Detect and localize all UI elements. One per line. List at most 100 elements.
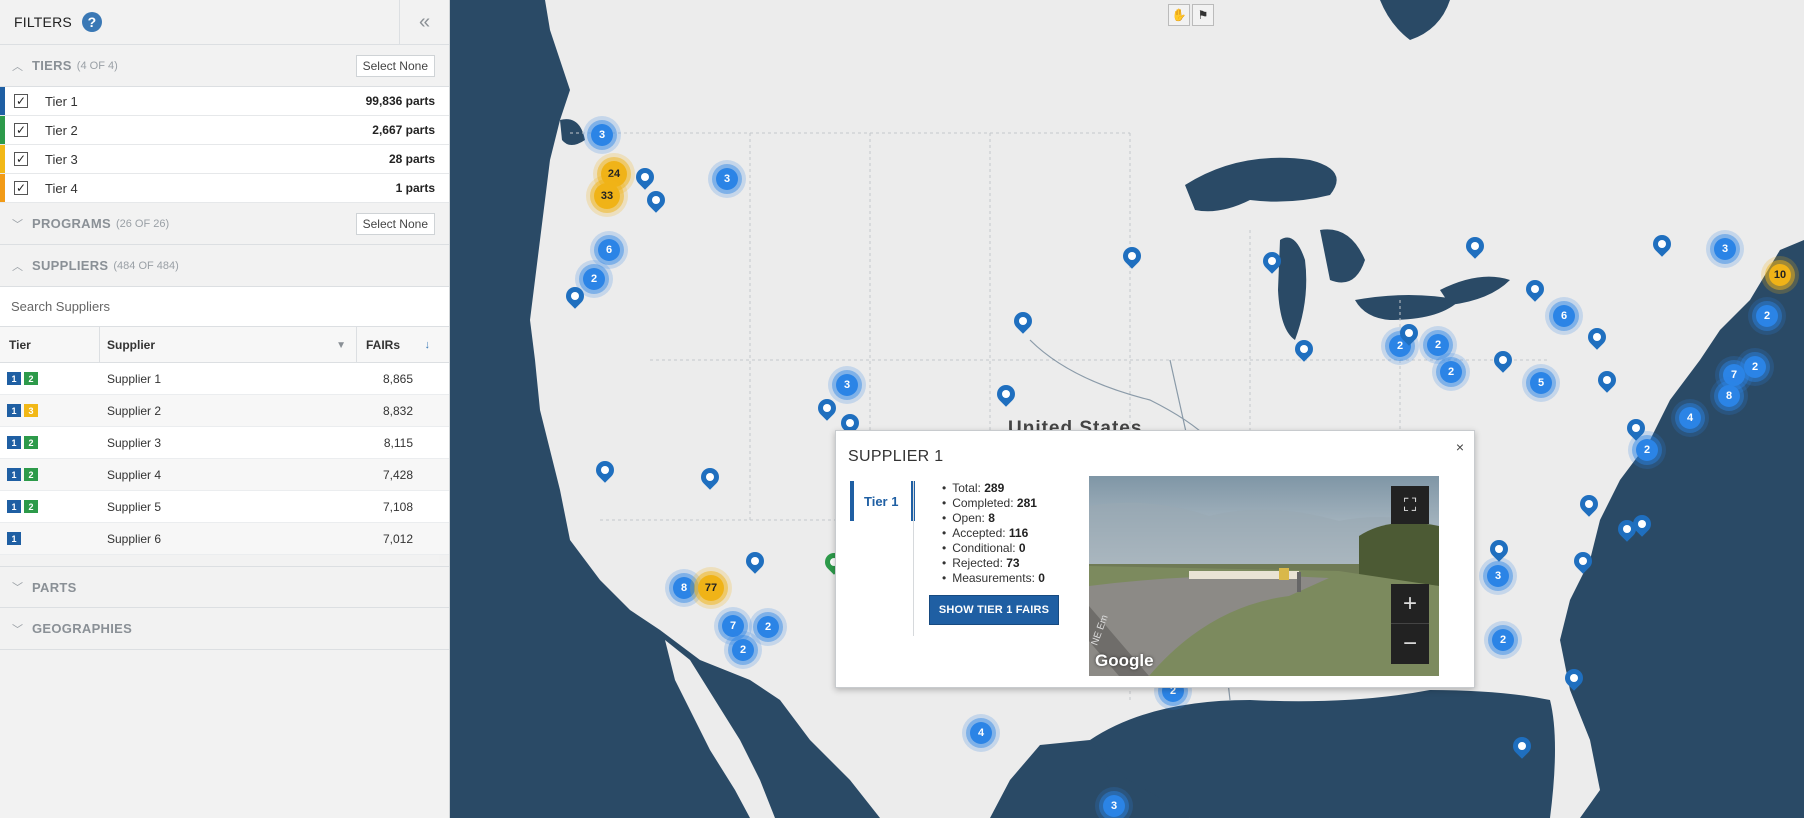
supplier-row[interactable]: 1 2 Supplier 3 8,115: [0, 427, 449, 459]
tier-checkbox[interactable]: ✓: [14, 123, 28, 137]
supplier-fairs-count: 8,832: [382, 403, 413, 418]
map-cluster[interactable]: 3: [1487, 565, 1509, 587]
tier-row[interactable]: ✓ Tier 1 99,836 parts: [0, 87, 449, 116]
map-cluster[interactable]: 7: [1723, 364, 1745, 386]
stat-value: 116: [1008, 526, 1029, 540]
supplier-row[interactable]: 1 Supplier 6 7,012: [0, 523, 449, 555]
tier-parts-count: 28 parts: [388, 152, 435, 166]
tier-badge: 1: [7, 468, 21, 481]
programs-count: (26 OF 26): [115, 217, 170, 230]
tiers-section-header[interactable]: ︿ TIERS (4 OF 4) Select None: [0, 45, 449, 87]
map-cluster[interactable]: 77: [698, 575, 724, 601]
column-header-tier[interactable]: Tier: [0, 327, 100, 363]
tier-color-bar: [0, 174, 5, 202]
map-cluster[interactable]: 3: [716, 168, 738, 190]
geographies-section-header[interactable]: ﹀ GEOGRAPHIES: [0, 608, 449, 650]
map-cluster[interactable]: 2: [757, 616, 779, 638]
tier-badge: 2: [24, 372, 38, 385]
tier-checkbox[interactable]: ✓: [14, 94, 28, 108]
north-america-landmass: [450, 0, 1804, 818]
map-cluster[interactable]: 33: [594, 183, 620, 209]
stat-value: 0: [1018, 541, 1026, 555]
sort-descending-icon[interactable]: ↓: [425, 339, 431, 351]
suppliers-title: SUPPLIERS: [32, 258, 109, 273]
map-cluster[interactable]: 2: [1492, 629, 1514, 651]
parts-section-header[interactable]: ﹀ PARTS: [0, 566, 449, 608]
tiers-title: TIERS: [32, 58, 72, 73]
tier-badges: 12: [7, 436, 38, 449]
stat-value: 8: [988, 511, 995, 525]
suppliers-table-body: 1 2 Supplier 1 8,865 1 3 Supplier 2 8,832 1 2 Supp…: [0, 363, 449, 563]
zoom-out-button[interactable]: −: [1391, 624, 1429, 664]
map-cluster[interactable]: 4: [1679, 407, 1701, 429]
stat-value: 0: [1038, 571, 1045, 585]
tier-checkbox[interactable]: ✓: [14, 181, 28, 195]
map-cluster[interactable]: 2: [1744, 356, 1766, 378]
stat-label: Total:: [952, 481, 981, 495]
popup-stat: Measurements: 0: [952, 571, 1045, 586]
show-tier-fairs-button[interactable]: SHOW TIER 1 FAIRS: [929, 595, 1059, 625]
tier-badge: 2: [24, 500, 38, 513]
map-cluster[interactable]: 10: [1769, 264, 1791, 286]
supplier-row[interactable]: 1 3 Supplier 2 8,832: [0, 395, 449, 427]
help-icon[interactable]: ?: [81, 12, 102, 32]
zoom-in-button[interactable]: +: [1391, 584, 1429, 624]
tier-badge: 1: [7, 372, 21, 385]
tier-list: ✓ Tier 1 99,836 parts ✓ Tier 2 2,667 par…: [0, 87, 449, 203]
stat-label: Conditional:: [952, 541, 1016, 555]
tiers-select-none-button[interactable]: Select None: [355, 55, 435, 77]
supplier-row[interactable]: 1 2 Supplier 4 7,428: [0, 459, 449, 491]
map-cluster[interactable]: 3: [1714, 238, 1736, 260]
programs-title: PROGRAMS: [32, 216, 111, 231]
supplier-popup: SUPPLIER 1 × Tier 1 Total: 289Completed:…: [835, 430, 1475, 688]
map-cluster[interactable]: 2: [732, 639, 754, 661]
map-cluster[interactable]: 6: [1553, 305, 1575, 327]
map-cluster[interactable]: 8: [673, 577, 695, 599]
fullscreen-icon[interactable]: ⛶: [1391, 486, 1429, 524]
map-cluster[interactable]: 2: [1440, 361, 1462, 383]
select-flag-icon[interactable]: ⚑: [1192, 4, 1214, 26]
column-header-fairs[interactable]: FAIRs ↓: [357, 327, 449, 363]
stat-label: Measurements:: [952, 571, 1035, 585]
tier-checkbox[interactable]: ✓: [14, 152, 28, 166]
suppliers-section-header[interactable]: ︿ SUPPLIERS (484 OF 484): [0, 245, 449, 287]
tier-badge: 1: [7, 404, 21, 417]
close-icon[interactable]: ×: [1456, 439, 1464, 455]
collapse-panel-button[interactable]: «: [399, 0, 449, 45]
map-cluster[interactable]: 4: [970, 722, 992, 744]
filter-icon[interactable]: ▼: [336, 340, 346, 351]
map-cluster[interactable]: 8: [1718, 385, 1740, 407]
popup-stats-list: Total: 289Completed: 281Open: 8Accepted:…: [952, 481, 1045, 586]
map-cluster[interactable]: 3: [1103, 795, 1125, 817]
map-cluster[interactable]: 3: [836, 374, 858, 396]
programs-section-header[interactable]: ﹀ PROGRAMS (26 OF 26) Select None: [0, 203, 449, 245]
supplier-map[interactable]: ✋ ⚑ United States 3 24 33 3 6 2 3 8 77 7 2 2 4 3 2 2 2 6 5…: [450, 0, 1804, 818]
pan-hand-icon[interactable]: ✋: [1168, 4, 1190, 26]
supplier-fairs-count: 7,428: [382, 467, 413, 482]
column-header-supplier[interactable]: Supplier ▼: [100, 327, 357, 363]
tier-badge: 1: [7, 532, 21, 545]
map-cluster[interactable]: 2: [1427, 334, 1449, 356]
tier-row[interactable]: ✓ Tier 3 28 parts: [0, 145, 449, 174]
map-cluster[interactable]: 7: [722, 615, 744, 637]
programs-select-none-button[interactable]: Select None: [355, 213, 435, 235]
supplier-row[interactable]: 1 2 Supplier 5 7,108: [0, 491, 449, 523]
popup-stat: Open: 8: [952, 511, 1045, 526]
popup-tab-tier-1[interactable]: Tier 1: [850, 481, 915, 521]
map-cluster[interactable]: 6: [598, 239, 620, 261]
map-cluster[interactable]: 3: [591, 124, 613, 146]
chevron-up-icon: ︿: [12, 60, 23, 73]
map-cluster[interactable]: 2: [583, 268, 605, 290]
map-cluster[interactable]: 2: [1636, 439, 1658, 461]
filters-header: FILTERS ? «: [0, 0, 449, 45]
map-cluster[interactable]: 2: [1756, 305, 1778, 327]
search-suppliers-input[interactable]: [11, 299, 449, 314]
suppliers-table-header: Tier Supplier ▼ FAIRs ↓: [0, 327, 449, 363]
tier-badge: 1: [7, 436, 21, 449]
tiers-count: (4 OF 4): [76, 59, 118, 72]
tier-row[interactable]: ✓ Tier 2 2,667 parts: [0, 116, 449, 145]
street-view-image[interactable]: NE Em ⛶ + − Google: [1089, 476, 1439, 676]
map-cluster[interactable]: 5: [1530, 372, 1552, 394]
tier-row[interactable]: ✓ Tier 4 1 parts: [0, 174, 449, 203]
supplier-row[interactable]: 1 2 Supplier 1 8,865: [0, 363, 449, 395]
